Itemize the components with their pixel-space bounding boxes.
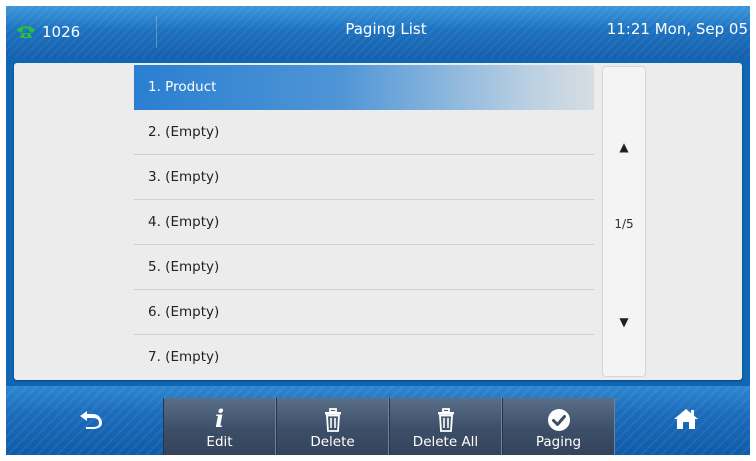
phone-icon	[16, 25, 36, 39]
list-item[interactable]: 4. (Empty)	[134, 200, 594, 245]
list-item[interactable]: 2. (Empty)	[134, 110, 594, 155]
list-item[interactable]: 1. Product	[134, 65, 594, 110]
scroll-up-button[interactable]: ▲	[603, 132, 645, 162]
page-title: Paging List	[345, 20, 427, 38]
delete-label: Delete	[310, 434, 355, 450]
checkmark-circle-icon	[547, 402, 571, 432]
paging-button[interactable]: Paging	[502, 398, 615, 455]
triangle-down-icon: ▼	[619, 315, 629, 329]
paging-label: Paging	[535, 434, 582, 450]
softkey-bar: i Edit Delete Delete All Paging	[6, 386, 750, 455]
list-item[interactable]: 6. (Empty)	[134, 290, 594, 335]
triangle-up-icon: ▲	[619, 140, 629, 154]
back-button[interactable]	[31, 386, 151, 455]
scroll-down-button[interactable]: ▼	[603, 307, 645, 337]
trash-icon	[437, 402, 455, 432]
delete-button[interactable]: Delete	[276, 398, 389, 455]
list-item[interactable]: 5. (Empty)	[134, 245, 594, 290]
phone-screen: 1026 Paging List 11:21 Mon, Sep 05 1. Pr…	[6, 6, 750, 455]
home-icon	[673, 407, 699, 435]
account-number: 1026	[42, 23, 81, 41]
clock: 11:21 Mon, Sep 05	[606, 20, 748, 38]
content-panel: 1. Product 2. (Empty) 3. (Empty) 4. (Emp…	[14, 63, 742, 380]
trash-icon	[324, 402, 342, 432]
edit-button[interactable]: i Edit	[163, 398, 276, 455]
delete-all-label: Delete All	[412, 434, 479, 450]
list-item[interactable]: 7. (Empty)	[134, 335, 594, 380]
scrollbar: ▲ 1/5 ▼	[602, 66, 646, 377]
home-button[interactable]	[626, 386, 746, 455]
back-arrow-icon	[78, 408, 104, 434]
status-bar: 1026 Paging List 11:21 Mon, Sep 05	[6, 6, 750, 58]
delete-all-button[interactable]: Delete All	[389, 398, 502, 455]
info-icon: i	[214, 404, 225, 433]
account-indicator: 1026	[16, 20, 80, 44]
list-item[interactable]: 3. (Empty)	[134, 155, 594, 200]
edit-label: Edit	[206, 434, 233, 450]
paging-list: 1. Product 2. (Empty) 3. (Empty) 4. (Emp…	[134, 65, 594, 380]
page-indicator: 1/5	[614, 217, 634, 231]
